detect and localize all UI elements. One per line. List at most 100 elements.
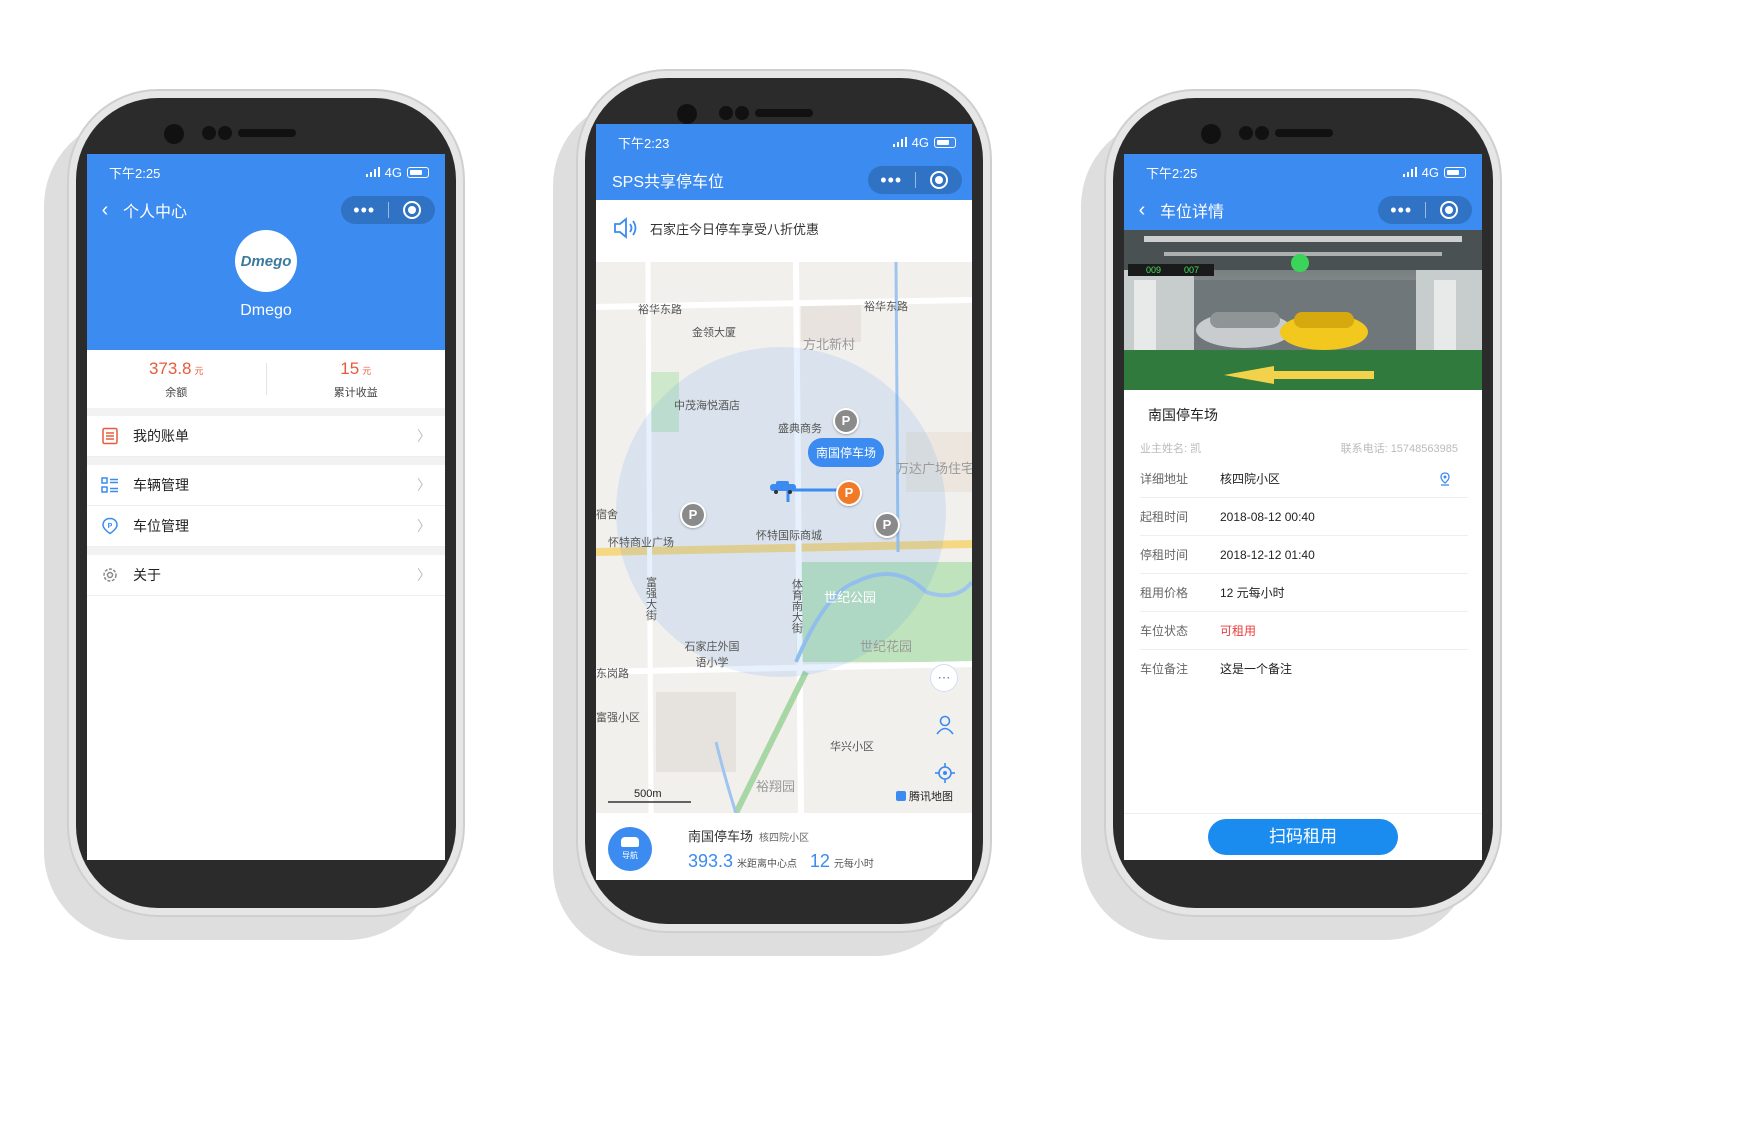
location-pin-icon[interactable] bbox=[1438, 471, 1452, 486]
back-icon[interactable]: ‹ bbox=[87, 190, 123, 230]
status-icons: 4G bbox=[365, 165, 429, 180]
detail-label: 车位状态 bbox=[1140, 624, 1189, 638]
navigate-button[interactable]: 导航 bbox=[608, 827, 652, 871]
close-miniapp-button[interactable] bbox=[916, 171, 963, 189]
lot-price: 12 bbox=[809, 851, 830, 871]
notice-bar[interactable]: 石家庄今日停车享受八折优惠 bbox=[596, 200, 972, 256]
status-bar: 下午2:25 4G bbox=[1124, 154, 1482, 190]
owner-info: 业主姓名: 凯 联系电话: 15748563985 bbox=[1124, 440, 1482, 460]
earnings-stat[interactable]: 15 元 累计收益 bbox=[267, 359, 446, 400]
locate-icon bbox=[935, 763, 955, 783]
map-label-plaza: 万达广场住宅 bbox=[896, 461, 972, 476]
user-tool-button[interactable] bbox=[932, 712, 958, 738]
parking-pin[interactable]: P bbox=[833, 408, 859, 434]
lot-name: 南国停车场 bbox=[688, 829, 754, 844]
navigate-label: 导航 bbox=[622, 851, 638, 860]
lot-summary-card[interactable]: 导航 南国停车场 核四院小区 393.3 米距离中心点 12 元每小时 bbox=[596, 818, 972, 880]
map-label-hotel: 中茂海悦酒店 bbox=[674, 400, 740, 412]
map-label-road: 裕华东路 bbox=[638, 304, 682, 316]
map-label-biz: 盛典商务 bbox=[778, 423, 822, 435]
map-view[interactable]: 裕华东路 裕华东路 金领大厦 方北新村 中茂海悦酒店 盛典商务 万达广场住宅 宿… bbox=[596, 262, 972, 813]
detail-label: 租用价格 bbox=[1140, 586, 1189, 600]
owner-name: 业主姓名: 凯 bbox=[1140, 443, 1202, 455]
detail-value: 这是一个备注 bbox=[1220, 662, 1293, 676]
page-title: SPS共享停车位 bbox=[612, 174, 725, 191]
space-sign-right: 007 bbox=[1184, 265, 1200, 275]
distance-unit: 米距离中心点 bbox=[737, 859, 798, 870]
profile-section: Dmego Dmego bbox=[87, 230, 445, 350]
more-icon[interactable]: ••• bbox=[341, 196, 388, 224]
detail-label: 停租时间 bbox=[1140, 548, 1189, 562]
car-icon bbox=[621, 837, 639, 847]
map-label-building: 金领大厦 bbox=[692, 327, 736, 339]
garage-illustration bbox=[1124, 230, 1482, 390]
avatar[interactable]: Dmego bbox=[235, 230, 297, 292]
phone-detail: 下午2:25 4G ‹ 车位详情 ••• 009 007 南国停车场 业主姓名:… bbox=[1113, 98, 1493, 908]
detail-row-address: 详细地址 核四院小区 bbox=[1140, 460, 1468, 498]
miniapp-capsule: ••• bbox=[868, 166, 962, 194]
menu-item-bills[interactable]: 我的账单 〉 bbox=[87, 416, 445, 457]
page-title: 车位详情 bbox=[1160, 204, 1225, 221]
map-label-park: 世纪公园 bbox=[824, 590, 877, 605]
parking-pin-selected[interactable]: P bbox=[836, 480, 862, 506]
stats-row: 373.8 元 余额 15 元 累计收益 bbox=[87, 350, 445, 416]
status-icons: 4G bbox=[1402, 165, 1466, 180]
earnings-unit: 元 bbox=[362, 365, 372, 376]
parking-pin[interactable]: P bbox=[874, 512, 900, 538]
detail-row-note: 车位备注 这是一个备注 bbox=[1140, 650, 1468, 687]
map-label-school: 石家庄外国语小学 bbox=[684, 641, 740, 669]
chevron-right-icon: 〉 bbox=[417, 477, 431, 493]
map-provider-name: 腾讯地图 bbox=[909, 791, 953, 803]
menu-item-about[interactable]: 关于 〉 bbox=[87, 555, 445, 596]
map-label-road: 东岗路 bbox=[596, 668, 629, 680]
nav-bar: ‹ 车位详情 ••• bbox=[1124, 190, 1482, 230]
earnings-value: 15 bbox=[340, 358, 360, 378]
back-icon[interactable]: ‹ bbox=[1124, 190, 1160, 230]
user-icon bbox=[936, 715, 954, 735]
map-label-street: 体育南大街 bbox=[792, 579, 803, 635]
nav-bar: SPS共享停车位 ••• bbox=[596, 160, 972, 200]
detail-label: 起租时间 bbox=[1140, 510, 1189, 524]
selected-lot-tooltip[interactable]: 南国停车场 bbox=[808, 438, 885, 467]
chevron-right-icon: 〉 bbox=[417, 518, 431, 534]
menu-label: 车位管理 bbox=[133, 518, 189, 534]
sensor-dot bbox=[719, 106, 733, 120]
status-time: 下午2:25 bbox=[109, 165, 161, 181]
target-icon bbox=[402, 201, 421, 219]
locate-button[interactable] bbox=[932, 760, 958, 786]
close-miniapp-button[interactable] bbox=[389, 201, 436, 219]
lot-summary: 南国停车场 核四院小区 393.3 米距离中心点 12 元每小时 bbox=[688, 826, 874, 872]
balance-value: 373.8 bbox=[148, 358, 192, 378]
vehicle-list-icon bbox=[101, 476, 119, 494]
detail-row-status: 车位状态 可租用 bbox=[1140, 612, 1468, 650]
owner-phone[interactable]: 联系电话: 15748563985 bbox=[1341, 440, 1458, 460]
front-camera bbox=[1201, 124, 1221, 144]
menu-item-vehicles[interactable]: 车辆管理 〉 bbox=[87, 465, 445, 506]
sensor-dot bbox=[218, 126, 232, 140]
balance-stat[interactable]: 373.8 元 余额 bbox=[87, 359, 266, 400]
chevron-right-icon: 〉 bbox=[417, 428, 431, 444]
lot-distance: 393.3 bbox=[688, 851, 734, 871]
more-tool-button[interactable]: ⋯ bbox=[930, 664, 958, 692]
sensor-dot bbox=[202, 126, 216, 140]
space-sign-left: 009 bbox=[1146, 265, 1162, 275]
map-label-dorm: 宿舍 bbox=[596, 509, 618, 521]
detail-label: 车位备注 bbox=[1140, 662, 1189, 676]
map-provider-logo: 腾讯地图 bbox=[896, 788, 953, 804]
section-gap bbox=[87, 547, 445, 555]
earpiece-speaker bbox=[755, 109, 813, 117]
status-time: 下午2:23 bbox=[618, 135, 670, 151]
gear-icon bbox=[101, 566, 119, 584]
lot-name: 南国停车场 bbox=[1148, 407, 1218, 423]
scan-rent-button[interactable]: 扫码租用 bbox=[1208, 819, 1398, 855]
map-label-road: 裕华东路 bbox=[864, 301, 908, 313]
detail-value: 12 元每小时 bbox=[1220, 586, 1285, 600]
more-icon[interactable]: ••• bbox=[868, 166, 915, 194]
close-miniapp-button[interactable] bbox=[1426, 201, 1473, 219]
menu-item-parking[interactable]: P 车位管理 〉 bbox=[87, 506, 445, 547]
parking-pin[interactable]: P bbox=[680, 502, 706, 528]
parking-photo: 009 007 bbox=[1124, 230, 1482, 390]
network-type: 4G bbox=[911, 134, 929, 150]
screen: 下午2:23 4G SPS共享停车位 ••• 石家庄今日停车享受八折优惠 裕华东… bbox=[596, 124, 972, 880]
more-icon[interactable]: ••• bbox=[1378, 196, 1425, 224]
